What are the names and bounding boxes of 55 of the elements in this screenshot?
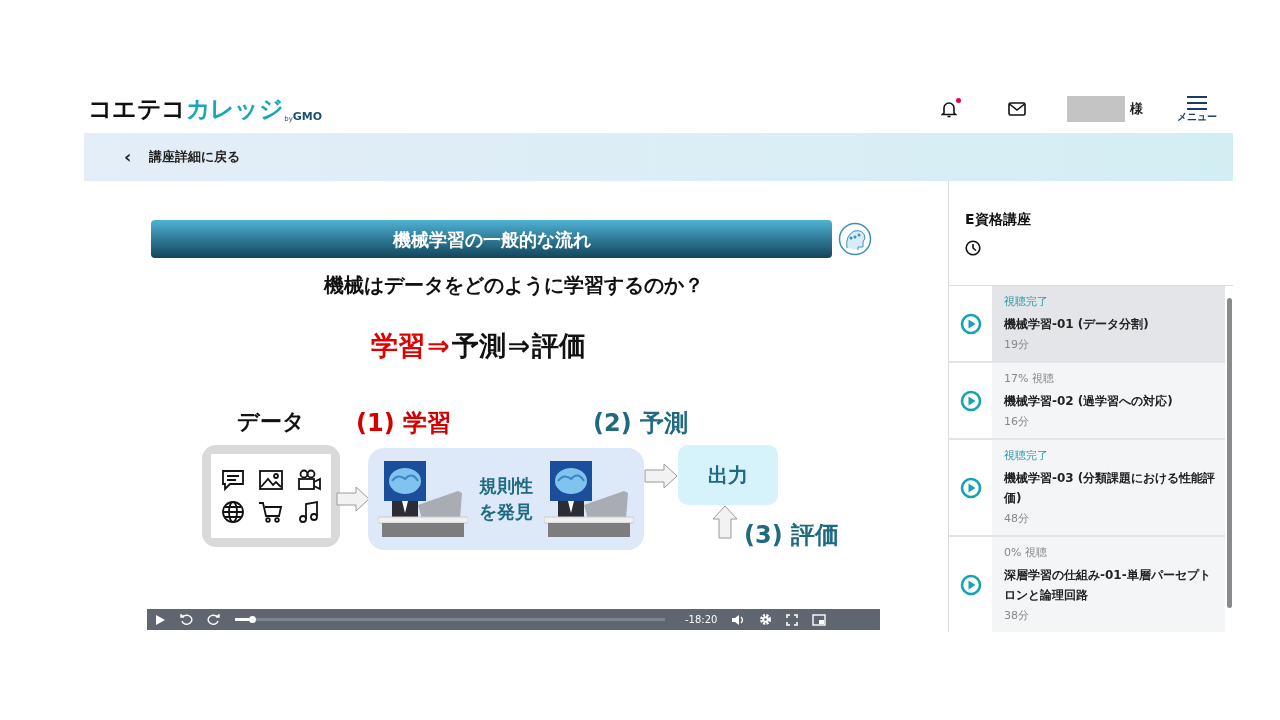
user-name-placeholder [1067, 96, 1125, 122]
lesson-status: 17% 視聴 [1004, 371, 1055, 387]
step-label: (2) 予測 [593, 407, 688, 439]
back-link[interactable]: ‹ 講座詳細に戻る [124, 147, 241, 167]
globe-icon [220, 499, 246, 524]
arrow-icon [336, 485, 370, 512]
output-panel: 出力 [678, 444, 778, 505]
lesson-title: 機械学習-02 (過学習への対応) [1004, 392, 1174, 410]
honorific-text: 様 [1130, 100, 1143, 119]
lesson-duration: 48分 [1004, 510, 1030, 527]
mail-icon [1008, 102, 1026, 116]
lesson-duration: 16分 [1004, 413, 1030, 430]
play-circle-icon [959, 312, 982, 335]
fullscreen-icon[interactable] [786, 613, 799, 626]
play-circle-icon [959, 476, 982, 499]
play-circle-icon [959, 389, 982, 412]
picture-in-picture-icon[interactable] [812, 613, 827, 626]
process-text: 規則性 を発見 [479, 474, 533, 524]
play-icon[interactable] [155, 614, 165, 625]
settings-icon[interactable] [759, 613, 773, 626]
cart-icon [258, 499, 284, 524]
lesson-duration: 38分 [1004, 607, 1030, 624]
lesson-item[interactable]: 17% 視聴 機械学習-02 (過学習への対応) 16分 [949, 363, 1226, 440]
course-title: E資格講座 [965, 210, 1032, 229]
lesson-status: 0% 視聴 [1004, 545, 1048, 561]
seek-thumb[interactable] [249, 616, 257, 623]
chat-icon [220, 467, 246, 492]
time-remaining: -18:20 [685, 613, 718, 627]
forward-icon[interactable] [207, 613, 221, 626]
arrow-icon [644, 462, 678, 489]
lesson-item[interactable]: 視聴完了 機械学習-01 (データ分割) 19分 [949, 286, 1226, 363]
flow-text: 学習⇒予測⇒評価 [370, 329, 587, 363]
slide-title-bar: 機械学習の一般的な流れ [151, 220, 832, 258]
lesson-status: 視聴完了 [1004, 448, 1049, 464]
step-label: (3) 評価 [744, 519, 839, 551]
play-circle-icon [959, 573, 982, 596]
volume-icon[interactable] [731, 613, 746, 626]
lesson-title: 深層学習の仕組み-01-単層パーセプトロンと論理回路 [1004, 566, 1212, 604]
arrow-icon [712, 504, 738, 539]
lesson-status: 視聴完了 [1004, 294, 1049, 310]
lesson-item[interactable]: 視聴完了 機械学習-03 (分類課題における性能評価) 48分 [949, 440, 1226, 537]
image-icon [258, 467, 284, 492]
data-label: データ [237, 407, 305, 436]
lesson-title: 機械学習-01 (データ分割) [1004, 315, 1150, 333]
lesson-duration: 19分 [1004, 336, 1030, 353]
slide-question: 機械はデータをどのように学習するのか？ [322, 272, 705, 299]
rewind-icon[interactable] [179, 613, 193, 626]
lesson-title: 機械学習-03 (分類課題における性能評価) [1004, 469, 1217, 507]
menu-icon [1186, 96, 1208, 110]
bell-icon [941, 100, 957, 118]
scrollbar-thumb[interactable] [1226, 298, 1232, 608]
menu-button[interactable]: メニュー [1177, 96, 1217, 122]
step-label: (1) 学習 [356, 407, 451, 439]
video-camera-icon [296, 467, 322, 492]
clock-icon [965, 240, 981, 256]
